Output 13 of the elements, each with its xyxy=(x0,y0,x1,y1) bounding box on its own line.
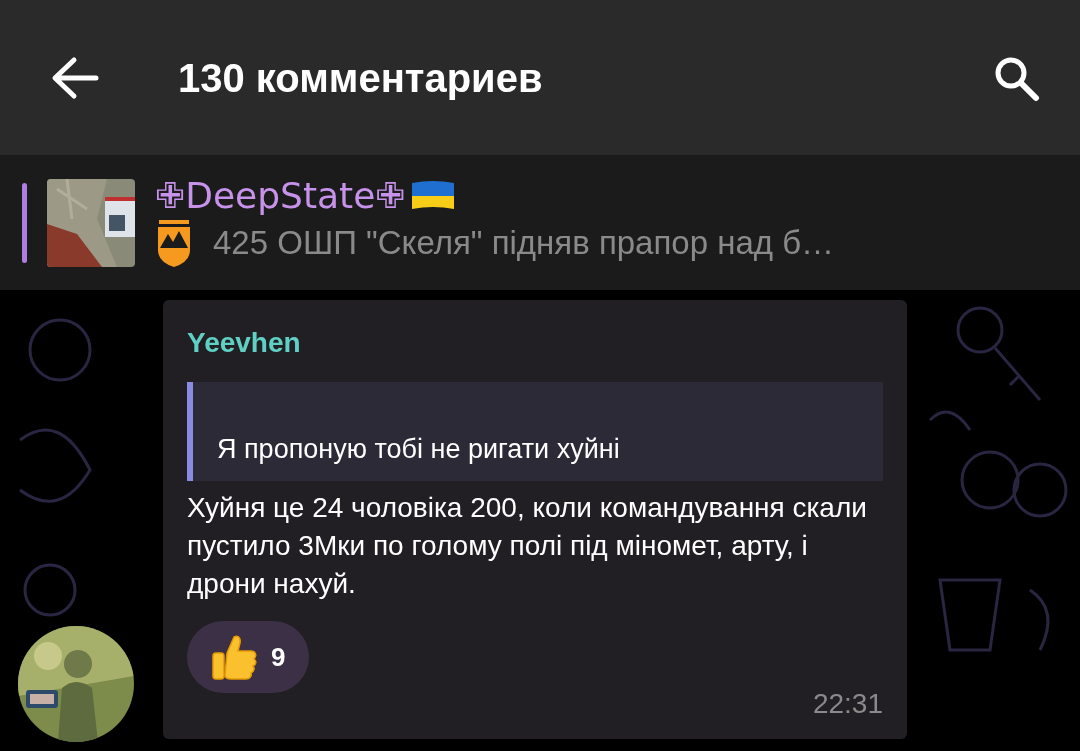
message-text: Хуйня це 24 чоловіка 200, коли командування скали пустило 3Мки по голому полі під міномет, арту, і дрони нахуй. xyxy=(187,491,868,601)
reply-quote[interactable]: Я пропоную тобі не ригати хуйні xyxy=(187,382,883,481)
shield-logo-icon xyxy=(155,217,193,268)
header-title: 130 комментариев xyxy=(178,54,544,102)
quote-text: Я пропоную тобі не ригати хуйні xyxy=(217,432,620,466)
post-preview: 425 ОШП "Скеля" підняв прапор над б… xyxy=(213,222,835,263)
pinned-post-bar[interactable]: ✙DeepState✙ 425 ОШП "Скеля" підняв прапор над б… xyxy=(0,155,1080,290)
author-name: Yeevhen xyxy=(187,326,302,360)
reaction-chip[interactable]: 9 xyxy=(187,621,310,693)
back-arrow-icon[interactable] xyxy=(50,55,100,100)
reaction-count: 9 xyxy=(271,640,286,674)
channel-name: ✙DeepState✙ xyxy=(155,177,406,214)
message-time: 22:31 xyxy=(812,687,883,721)
